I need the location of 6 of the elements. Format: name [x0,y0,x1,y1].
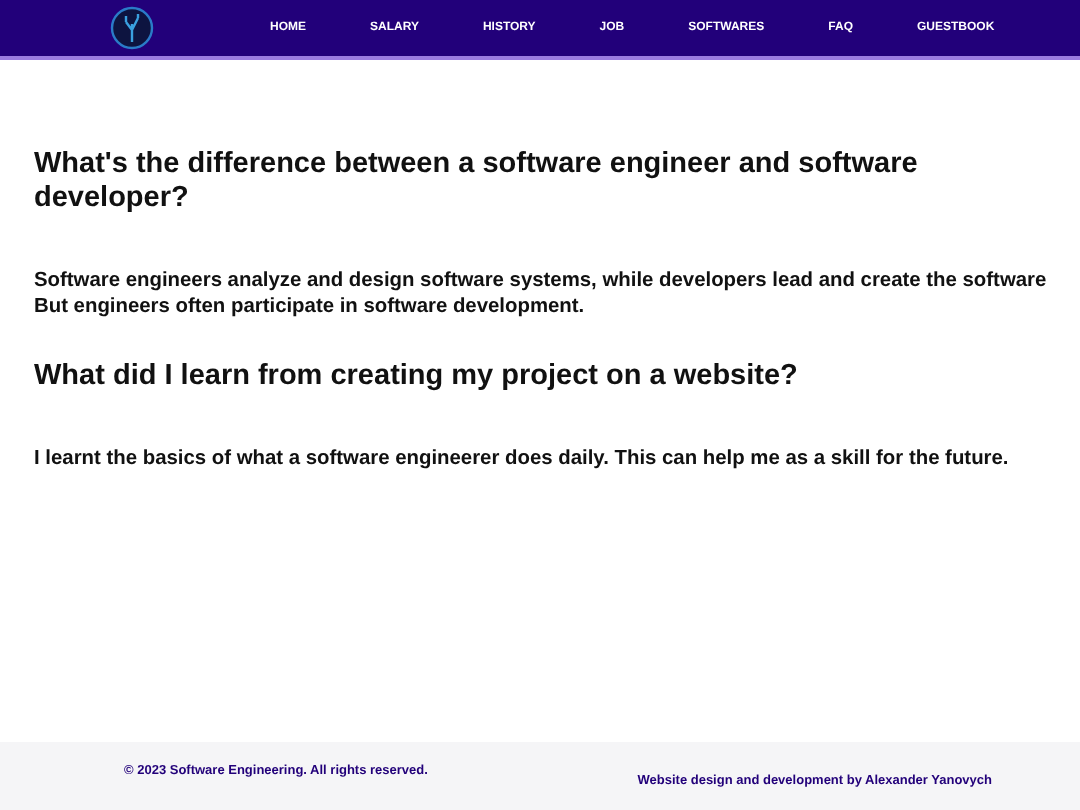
answer-text: But engineers often participate in software development. [34,295,587,321]
question-heading: What's the difference between a software engineer and software developer? [34,148,920,218]
logo-icon[interactable] [110,6,154,50]
question-heading: What did I learn from creating my project on a website? [34,360,800,396]
answer-text: Software engineers analyze and design software systems, while developers lead and create the software [34,269,1049,296]
answer-text: I learnt the basics of what a software engineerer does daily. This can help me as a skill for the future. [34,447,1011,473]
